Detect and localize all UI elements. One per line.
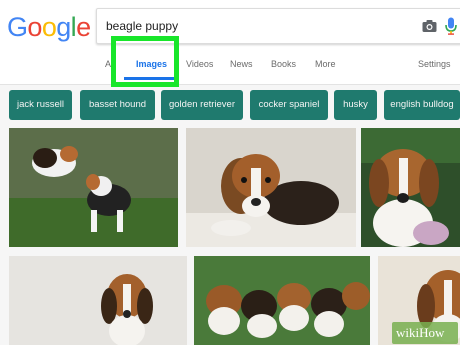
puppy-photo bbox=[9, 128, 178, 247]
tab-news[interactable]: News bbox=[230, 59, 253, 69]
chip-jack-russell[interactable]: jack russell bbox=[9, 90, 72, 120]
related-searches: jack russell basset hound golden retriev… bbox=[0, 90, 460, 122]
image-result[interactable] bbox=[9, 256, 187, 345]
logo-letter: g bbox=[56, 12, 71, 42]
tab-books[interactable]: Books bbox=[271, 59, 296, 69]
logo-letter: G bbox=[7, 12, 28, 42]
watermark-text: wikiHow bbox=[396, 325, 445, 340]
image-result[interactable] bbox=[194, 256, 370, 345]
wikihow-watermark: wikiHow bbox=[392, 322, 458, 344]
tab-videos[interactable]: Videos bbox=[186, 59, 213, 69]
logo-letter: o bbox=[27, 12, 42, 42]
image-result[interactable] bbox=[9, 128, 178, 247]
logo-letter: o bbox=[41, 12, 57, 42]
chip-husky[interactable]: husky bbox=[334, 90, 377, 120]
tab-more[interactable]: More bbox=[315, 59, 336, 69]
chip-cocker-spaniel[interactable]: cocker spaniel bbox=[250, 90, 328, 120]
google-logo[interactable]: Google bbox=[7, 12, 91, 43]
chip-basset-hound[interactable]: basset hound bbox=[80, 90, 155, 120]
puppy-photo bbox=[186, 128, 356, 247]
image-result[interactable] bbox=[186, 128, 356, 247]
mic-icon[interactable] bbox=[444, 17, 458, 35]
camera-icon[interactable] bbox=[422, 19, 437, 33]
puppy-photo bbox=[361, 128, 460, 247]
search-query[interactable]: beagle puppy bbox=[106, 19, 178, 33]
search-header: Google beagle puppy Al Images Videos New… bbox=[0, 0, 460, 85]
tab-highlight-annotation bbox=[111, 36, 179, 87]
image-result[interactable] bbox=[361, 128, 460, 247]
puppy-photo bbox=[194, 256, 370, 345]
chip-golden-retriever[interactable]: golden retriever bbox=[161, 90, 243, 120]
chip-english-bulldog[interactable]: english bulldog bbox=[384, 90, 460, 120]
search-tabs: Al Images Videos News Books More Setting… bbox=[0, 56, 460, 85]
logo-letter: e bbox=[76, 12, 91, 42]
tab-settings[interactable]: Settings bbox=[418, 59, 451, 69]
puppy-photo bbox=[9, 256, 187, 345]
